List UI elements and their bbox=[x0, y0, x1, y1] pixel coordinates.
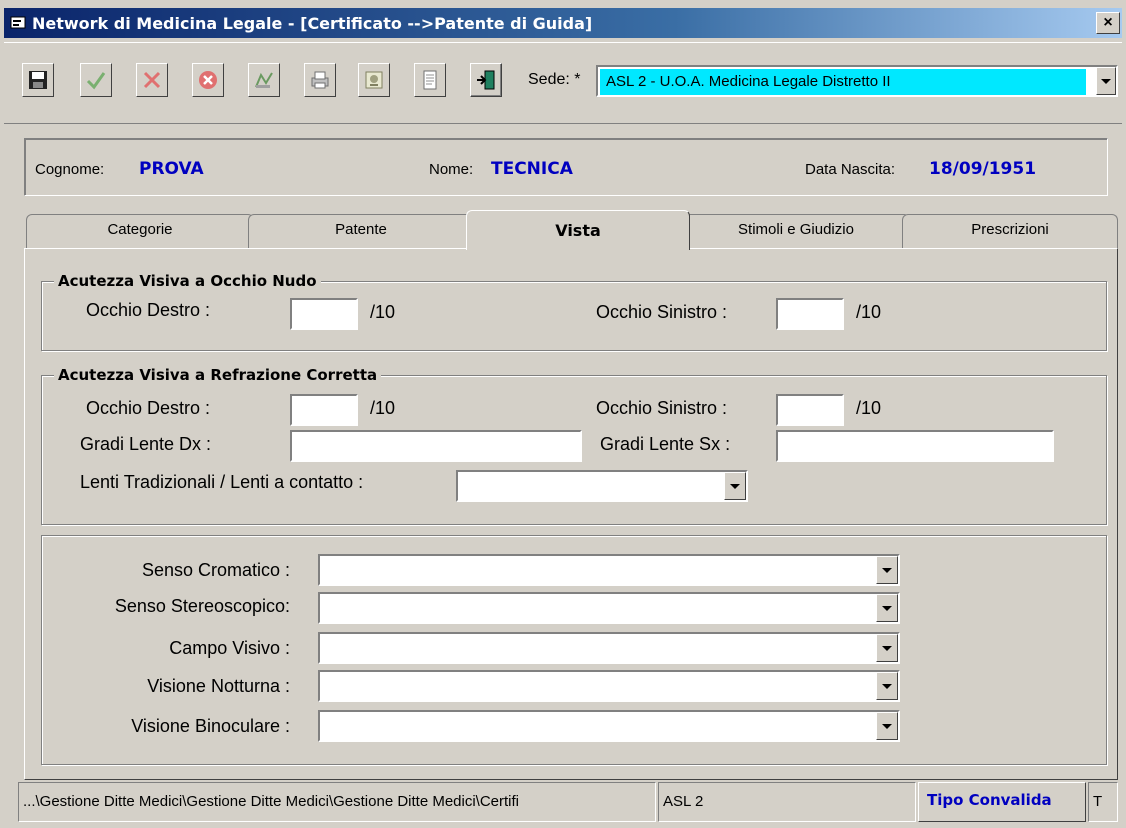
corr-sx-input[interactable] bbox=[776, 394, 844, 426]
cognome-label: Cognome: bbox=[35, 161, 105, 178]
nome-label: Nome: bbox=[429, 161, 474, 178]
nudo-dx-label: Occhio Destro : bbox=[86, 300, 211, 320]
certificate-button[interactable] bbox=[358, 63, 390, 97]
stereo-label: Senso Stereoscopico: bbox=[114, 596, 290, 616]
notturna-select[interactable] bbox=[318, 670, 900, 702]
nascita-value: 18/09/1951 bbox=[929, 159, 1037, 179]
toolbar: Sede: * ASL 2 - U.O.A. Medicina Legale D… bbox=[4, 42, 1122, 124]
tab-stimoli-giudizio[interactable]: Stimoli e Giudizio bbox=[682, 214, 910, 248]
check-icon bbox=[86, 72, 106, 90]
close-button[interactable]: × bbox=[1096, 12, 1120, 34]
tipo-convalida-button[interactable]: Tipo Convalida bbox=[918, 782, 1086, 822]
stereo-select[interactable] bbox=[318, 592, 900, 624]
save-icon bbox=[29, 71, 47, 89]
chevron-down-icon bbox=[730, 483, 740, 489]
exit-button[interactable] bbox=[470, 63, 502, 97]
group-occhio-nudo: Acutezza Visiva a Occhio Nudo Occhio Des… bbox=[41, 272, 1107, 351]
campo-label: Campo Visivo : bbox=[169, 638, 290, 658]
chevron-down-icon bbox=[882, 645, 892, 651]
nudo-dx-input[interactable] bbox=[290, 298, 358, 330]
nascita-label: Data Nascita: bbox=[805, 161, 896, 178]
notturna-label: Visione Notturna : bbox=[147, 676, 290, 696]
nudo-dx-unit: /10 bbox=[370, 302, 396, 322]
binoculare-select[interactable] bbox=[318, 710, 900, 742]
cromatico-dropdown-button[interactable] bbox=[876, 556, 898, 584]
save-button[interactable] bbox=[22, 63, 54, 97]
lenti-label: Lenti Tradizionali / Lenti a contatto : bbox=[80, 472, 364, 492]
tab-categorie[interactable]: Categorie bbox=[26, 214, 254, 248]
edit-icon bbox=[255, 72, 273, 88]
edit-button[interactable] bbox=[248, 63, 280, 97]
chevron-down-icon bbox=[1101, 78, 1111, 84]
app-window: Network di Medicina Legale - [Certificat… bbox=[0, 0, 1126, 828]
chevron-down-icon bbox=[882, 723, 892, 729]
patient-info-panel: Cognome: PROVA Nome: TECNICA Data Nascit… bbox=[24, 138, 1108, 196]
campo-dropdown-button[interactable] bbox=[876, 634, 898, 662]
print-button[interactable] bbox=[304, 63, 336, 97]
delete-button[interactable] bbox=[192, 63, 224, 97]
lenti-select[interactable] bbox=[456, 470, 748, 502]
chevron-down-icon bbox=[882, 567, 892, 573]
lenti-dropdown-button[interactable] bbox=[724, 472, 746, 500]
cromatico-select[interactable] bbox=[318, 554, 900, 586]
tab-vista[interactable]: Vista bbox=[466, 210, 690, 250]
lente-sx-input[interactable] bbox=[776, 430, 1054, 462]
tab-patente[interactable]: Patente bbox=[248, 214, 474, 248]
group-legend: Acutezza Visiva a Refrazione Corretta bbox=[54, 366, 382, 384]
status-t: T bbox=[1088, 782, 1118, 822]
sede-label: Sede: * bbox=[528, 71, 581, 88]
stop-icon bbox=[199, 71, 217, 89]
tab-prescrizioni[interactable]: Prescrizioni bbox=[902, 214, 1118, 248]
stereo-dropdown-button[interactable] bbox=[876, 594, 898, 622]
corr-sx-label: Occhio Sinistro : bbox=[596, 398, 728, 418]
title-bar: Network di Medicina Legale - [Certificat… bbox=[4, 8, 1122, 38]
print-icon bbox=[311, 71, 329, 89]
binoculare-label: Visione Binoculare : bbox=[131, 716, 290, 736]
tab-panel-vista: Acutezza Visiva a Occhio Nudo Occhio Des… bbox=[24, 248, 1118, 780]
chevron-down-icon bbox=[882, 605, 892, 611]
app-icon bbox=[10, 16, 26, 29]
document-icon bbox=[423, 70, 437, 90]
status-bar: ...\Gestione Ditte Medici\Gestione Ditte… bbox=[4, 782, 1122, 822]
sede-dropdown-button[interactable] bbox=[1096, 67, 1116, 95]
nudo-sx-unit: /10 bbox=[856, 302, 882, 322]
campo-select[interactable] bbox=[318, 632, 900, 664]
cromatico-label: Senso Cromatico : bbox=[141, 560, 290, 580]
corr-dx-input[interactable] bbox=[290, 394, 358, 426]
group-legend: Acutezza Visiva a Occhio Nudo bbox=[54, 272, 321, 290]
window-title: Network di Medicina Legale - [Certificat… bbox=[32, 13, 593, 33]
corr-dx-unit: /10 bbox=[370, 398, 396, 418]
status-asl: ASL 2 bbox=[658, 782, 916, 822]
notturna-dropdown-button[interactable] bbox=[876, 672, 898, 700]
status-path: ...\Gestione Ditte Medici\Gestione Ditte… bbox=[18, 782, 656, 822]
lente-sx-label: Gradi Lente Sx : bbox=[600, 434, 731, 454]
confirm-button[interactable] bbox=[80, 63, 112, 97]
nudo-sx-input[interactable] bbox=[776, 298, 844, 330]
sede-value: ASL 2 - U.O.A. Medicina Legale Distretto… bbox=[600, 69, 1086, 95]
document-button[interactable] bbox=[414, 63, 446, 97]
lente-dx-input[interactable] bbox=[290, 430, 582, 462]
group-sensi: Senso Cromatico : Senso Stereoscopico: C… bbox=[41, 535, 1107, 765]
corr-dx-label: Occhio Destro : bbox=[86, 398, 211, 418]
nudo-sx-label: Occhio Sinistro : bbox=[596, 302, 728, 322]
lente-dx-label: Gradi Lente Dx : bbox=[80, 434, 212, 454]
chevron-down-icon bbox=[882, 683, 892, 689]
cognome-value: PROVA bbox=[139, 159, 204, 179]
sede-select[interactable]: ASL 2 - U.O.A. Medicina Legale Distretto… bbox=[596, 65, 1118, 97]
nome-value: TECNICA bbox=[491, 159, 573, 179]
binoculare-dropdown-button[interactable] bbox=[876, 712, 898, 740]
exit-icon bbox=[477, 70, 495, 90]
group-refrazione-corretta: Acutezza Visiva a Refrazione Corretta Oc… bbox=[41, 366, 1107, 525]
corr-sx-unit: /10 bbox=[856, 398, 882, 418]
cancel-button[interactable] bbox=[136, 63, 168, 97]
certificate-icon bbox=[365, 71, 383, 89]
cross-icon bbox=[143, 71, 161, 89]
